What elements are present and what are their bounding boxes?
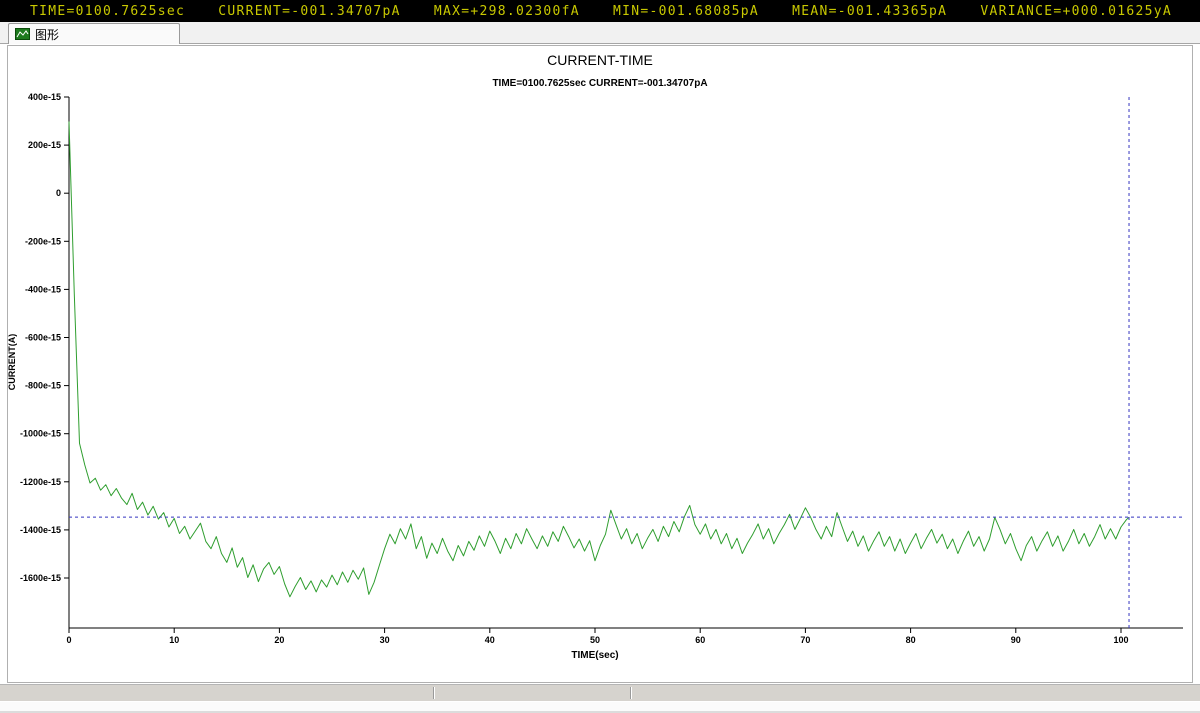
- bottom-margin: [0, 701, 1200, 713]
- stat-variance: VARIANCE=+000.01625yA: [980, 4, 1172, 19]
- stat-min: MIN=-001.68085pA: [613, 4, 759, 19]
- y-tick-label: -200e-15: [25, 236, 61, 246]
- tab-graph[interactable]: 图形: [8, 23, 180, 44]
- x-tick-label: 0: [66, 635, 71, 645]
- graph-page: CURRENT-TIME TIME=0100.7625sec CURRENT=-…: [0, 44, 1200, 684]
- stat-mean: MEAN=-001.43365pA: [792, 4, 947, 19]
- x-tick-label: 20: [274, 635, 284, 645]
- chart-icon: [15, 28, 30, 40]
- plot-dynamic-layer: 400e-15 200e-15 0 -200e-15 -400e-15 -600e-15 -…: [20, 92, 1183, 645]
- x-axis-title: TIME(sec): [571, 650, 618, 661]
- chart-panel: CURRENT-TIME TIME=0100.7625sec CURRENT=-…: [7, 45, 1193, 683]
- y-tick-label: -600e-15: [25, 333, 61, 343]
- stat-max: MAX=+298.02300fA: [434, 4, 580, 19]
- x-tick-label: 50: [590, 635, 600, 645]
- stat-current: CURRENT=-001.34707pA: [218, 4, 401, 19]
- plot-svg[interactable]: CURRENT(A) TIME(sec) 400e-15 200e-15 0 -200…: [8, 46, 1192, 682]
- tab-graph-label: 图形: [35, 26, 59, 43]
- status-strip: [0, 684, 1200, 701]
- y-tick-label: -800e-15: [25, 381, 61, 391]
- x-tick-label: 80: [906, 635, 916, 645]
- y-tick-label: -1600e-15: [20, 573, 61, 583]
- y-axis-title: CURRENT(A): [8, 334, 17, 391]
- x-tick-label: 70: [800, 635, 810, 645]
- y-tick-label: -1200e-15: [20, 477, 61, 487]
- current-trace: [69, 122, 1129, 597]
- x-tick-label: 10: [169, 635, 179, 645]
- x-tick-label: 40: [485, 635, 495, 645]
- tab-bar: 图形: [0, 22, 1200, 44]
- y-tick-label: 0: [56, 188, 61, 198]
- stat-time: TIME=0100.7625sec: [30, 4, 185, 19]
- y-tick-label: 200e-15: [28, 140, 61, 150]
- x-tick-label: 60: [695, 635, 705, 645]
- x-tick-label: 90: [1011, 635, 1021, 645]
- y-tick-label: -400e-15: [25, 284, 61, 294]
- status-pane-divider: [433, 687, 434, 699]
- status-pane-divider: [630, 687, 631, 699]
- x-tick-label: 30: [380, 635, 390, 645]
- y-tick-label: 400e-15: [28, 92, 61, 102]
- measurement-status-bar: TIME=0100.7625sec CURRENT=-001.34707pA M…: [0, 0, 1200, 22]
- y-tick-label: -1400e-15: [20, 525, 61, 535]
- x-tick-label: 100: [1113, 635, 1128, 645]
- y-tick-label: -1000e-15: [20, 429, 61, 439]
